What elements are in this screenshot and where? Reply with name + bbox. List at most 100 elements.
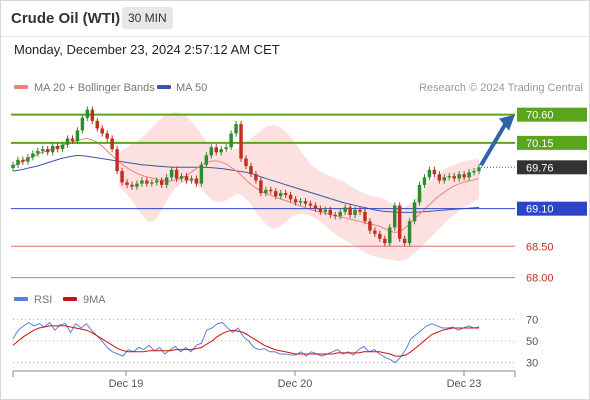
x-tick-label: Dec 23 (447, 378, 482, 390)
x-tick-label: Dec 19 (109, 378, 144, 390)
candle-body (457, 174, 461, 179)
rsi-line (12, 321, 480, 364)
candle-body (70, 138, 75, 141)
candle-body (31, 153, 35, 158)
candle-body (199, 164, 204, 184)
candle-body (11, 164, 15, 168)
candle-body (427, 169, 432, 178)
candle-body (26, 157, 30, 162)
candle-body (363, 211, 367, 222)
rsi-tick-label: 30 (526, 358, 538, 370)
candle-body (432, 169, 437, 175)
candle-body (383, 238, 387, 244)
legend-rsi-label: RSI (34, 294, 52, 306)
candle-body (105, 133, 109, 139)
candle-body (244, 158, 248, 167)
rsi-legend: RSI 9MA (14, 294, 106, 306)
candle-body (214, 147, 218, 153)
x-axis: Dec 19 Dec 20 Dec 23 (12, 370, 516, 390)
candle-body (130, 184, 134, 187)
candle-body (50, 146, 55, 153)
candle-body (422, 177, 427, 185)
candle-body (323, 209, 328, 212)
candle-body (283, 193, 288, 195)
resistance-label: 70.15 (526, 138, 554, 150)
support-label: 69.10 (526, 204, 554, 216)
legend-ma50-label: MA 50 (176, 82, 207, 94)
chart-widget: Crude Oil (WTI) 30 MIN Monday, December … (0, 0, 590, 400)
candle-body (100, 128, 104, 134)
support-label: 68.50 (526, 241, 554, 253)
rsi-tick-label: 70 (526, 314, 538, 326)
candle-body (36, 151, 40, 154)
candle-body (274, 191, 278, 197)
candle-body (234, 124, 238, 134)
candle-body (333, 214, 337, 217)
candle-body (41, 149, 45, 152)
rsi-panel: 70 50 30 (12, 314, 538, 370)
candle-body (45, 149, 50, 153)
resistance-label: 70.60 (526, 110, 554, 122)
current-price-label: 69.76 (526, 162, 554, 174)
candle-body (164, 177, 169, 185)
candle-body (159, 180, 164, 185)
candle-body (338, 211, 342, 217)
candle-body (288, 194, 293, 200)
legend-ma20-label: MA 20 + Bollinger Bands (34, 82, 155, 94)
candle-body (477, 167, 481, 172)
candle-body (169, 169, 174, 178)
bollinger-fill (119, 112, 479, 262)
rsi-tick-label: 50 (526, 336, 538, 348)
candle-body (55, 146, 60, 150)
candle-body (343, 207, 347, 212)
candle-body (155, 180, 159, 183)
support-label: 68.00 (526, 273, 554, 285)
candle-body (184, 176, 189, 181)
candle-body (467, 172, 471, 178)
watermark: Research © 2024 Trading Central (419, 82, 583, 94)
candle-body (120, 171, 124, 183)
candle-body (140, 180, 144, 184)
candle-body (278, 193, 283, 197)
candle-body (229, 133, 233, 148)
candle-body (194, 178, 199, 184)
candle-body (174, 169, 179, 179)
candle-body (447, 176, 451, 178)
candle-body (75, 130, 80, 141)
candle-body (60, 144, 65, 150)
candle-body (437, 174, 442, 181)
candle-body (269, 189, 273, 192)
candle-body (298, 201, 303, 203)
candle-body (308, 203, 313, 206)
candle-body (80, 117, 85, 131)
candle-body (110, 138, 114, 150)
legend-ma50-swatch (157, 85, 171, 89)
legend: MA 20 + Bollinger Bands MA 50 Research ©… (14, 82, 583, 94)
candle-body (397, 205, 402, 239)
candle-body (417, 184, 422, 203)
candle-body (125, 182, 129, 185)
candle-body (189, 178, 194, 181)
candle-body (16, 159, 20, 165)
candle-body (353, 209, 357, 215)
candle-body (442, 177, 447, 181)
price-chart: MA 20 + Bollinger Bands MA 50 Research ©… (11, 82, 587, 390)
candle-body (313, 205, 318, 209)
candle-body (328, 209, 333, 215)
candle-body (264, 189, 268, 193)
candle-body (452, 176, 456, 179)
candle-body (412, 202, 417, 222)
candle-body (388, 227, 392, 244)
legend-rsi-swatch (14, 297, 28, 301)
candle-body (85, 109, 90, 118)
candle-body (115, 149, 119, 172)
candle-body (368, 221, 372, 231)
candle-body (378, 233, 382, 239)
candle-body (179, 176, 184, 179)
x-tick-label: Dec 20 (278, 378, 313, 390)
candle-body (219, 149, 223, 153)
candle-body (21, 159, 25, 162)
candle-body (303, 201, 308, 204)
candle-body (254, 174, 258, 181)
candle-body (239, 124, 243, 159)
